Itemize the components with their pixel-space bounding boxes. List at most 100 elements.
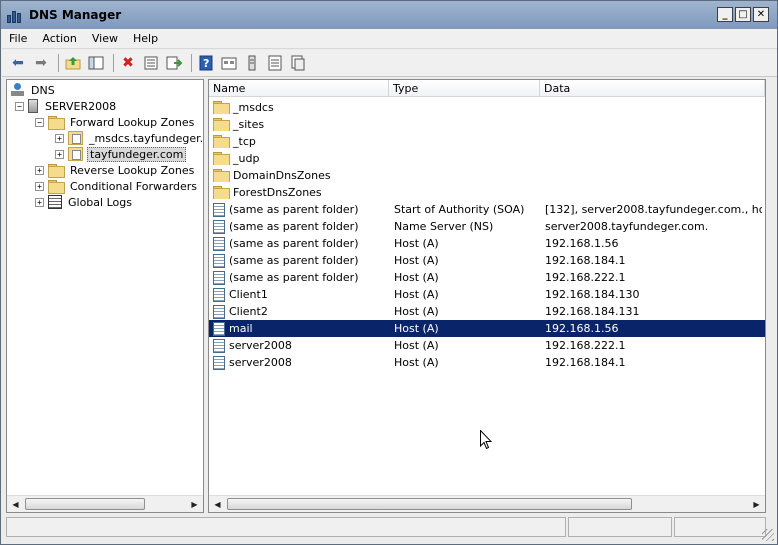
record-name-cell: (same as parent folder) xyxy=(209,202,389,217)
column-header-type[interactable]: Type xyxy=(389,80,540,97)
tree-node-msdcs-zone[interactable]: + _msdcs.tayfundeger.com xyxy=(55,130,203,146)
record-type: Host (A) xyxy=(394,288,439,301)
collapse-icon[interactable]: − xyxy=(15,101,24,111)
table-row[interactable]: server2008 Host (A) 192.168.222.1 xyxy=(209,337,765,354)
dns-manager-window: DNS Manager _ □ ✕ File Action View Help … xyxy=(0,0,778,545)
expand-icon[interactable]: + xyxy=(35,181,44,191)
scroll-thumb[interactable] xyxy=(227,498,632,510)
help-icon[interactable]: ? xyxy=(196,53,216,73)
zone-icon xyxy=(68,147,83,161)
record-data: 192.168.184.131 xyxy=(545,305,640,318)
table-row[interactable]: Client2 Host (A) 192.168.184.131 xyxy=(209,303,765,320)
delete-icon[interactable]: ✖ xyxy=(118,53,138,73)
menu-help[interactable]: Help xyxy=(133,32,158,45)
close-button[interactable]: ✕ xyxy=(753,7,769,22)
tree-node-selected-zone[interactable]: + tayfundeger.com xyxy=(55,146,187,162)
table-row[interactable]: (same as parent folder) Host (A) 192.168.1… xyxy=(209,235,765,252)
zone-icon xyxy=(68,131,83,145)
tree-label: Forward Lookup Zones xyxy=(70,115,195,129)
log-icon xyxy=(48,195,62,209)
console-tree-pane[interactable]: DNS − SERVER2008 − Forward Lookup Zones … xyxy=(6,79,204,513)
record-name-cell: mail xyxy=(209,321,389,336)
record-data: 192.168.1.56 xyxy=(545,322,619,335)
export-list-icon[interactable] xyxy=(164,53,184,73)
record-icon xyxy=(213,304,225,319)
tree-node-global-logs[interactable]: + Global Logs xyxy=(35,194,134,210)
properties-icon[interactable] xyxy=(141,53,161,73)
column-header-name[interactable]: Name xyxy=(209,80,389,97)
status-cell xyxy=(674,517,766,537)
menu-action[interactable]: Action xyxy=(42,32,76,45)
tree-node-server[interactable]: − SERVER2008 xyxy=(15,98,118,114)
list-item[interactable]: _tcp xyxy=(209,133,765,150)
list-item-name: ForestDnsZones xyxy=(209,186,389,199)
expand-icon[interactable]: + xyxy=(55,133,64,143)
table-row[interactable]: (same as parent folder) Host (A) 192.168.1… xyxy=(209,252,765,269)
menu-file[interactable]: File xyxy=(9,32,27,45)
table-row[interactable]: Client1 Host (A) 192.168.184.130 xyxy=(209,286,765,303)
tree-node-forward-lookup-zones[interactable]: − Forward Lookup Zones xyxy=(35,114,196,130)
list-item[interactable]: _msdcs xyxy=(209,99,765,116)
record-icon xyxy=(213,338,225,353)
server-icon xyxy=(28,99,38,113)
folder-label: _msdcs xyxy=(233,101,274,114)
scroll-right-icon[interactable]: ▶ xyxy=(186,496,203,513)
detail-view-icon[interactable] xyxy=(242,53,262,73)
folder-icon xyxy=(48,115,65,130)
table-row[interactable]: server2008 Host (A) 192.168.184.1 xyxy=(209,354,765,371)
scroll-thumb[interactable] xyxy=(25,498,145,510)
expand-icon[interactable]: + xyxy=(55,149,64,159)
list-item-selected[interactable]: mail Host (A) 192.168.1.56 xyxy=(209,320,765,337)
record-data: 192.168.184.130 xyxy=(545,288,640,301)
record-data: 192.168.184.1 xyxy=(545,254,626,267)
list-item-name: _msdcs xyxy=(209,101,389,114)
list-item[interactable]: DomainDnsZones xyxy=(209,167,765,184)
record-data: server2008.tayfundeger.com. xyxy=(545,220,709,233)
scroll-left-icon[interactable]: ◀ xyxy=(7,496,24,513)
expand-icon[interactable]: + xyxy=(35,197,44,207)
list-horizontal-scrollbar[interactable]: ◀ ▶ xyxy=(209,495,765,512)
record-name-cell: server2008 xyxy=(209,355,389,370)
status-cell xyxy=(6,517,566,537)
record-type: Start of Authority (SOA) xyxy=(394,203,525,216)
show-hide-tree-icon[interactable] xyxy=(86,53,106,73)
table-row[interactable]: (same as parent folder) Name Server (NS) s… xyxy=(209,218,765,235)
record-name-cell: (same as parent folder) xyxy=(209,236,389,251)
collapse-icon[interactable]: − xyxy=(35,117,44,127)
up-folder-icon[interactable] xyxy=(63,53,83,73)
record-name: (same as parent folder) xyxy=(229,271,359,284)
maximize-button[interactable]: □ xyxy=(735,7,751,22)
minimize-button[interactable]: _ xyxy=(717,7,733,22)
record-name: Client2 xyxy=(229,305,268,318)
list-item[interactable]: _udp xyxy=(209,150,765,167)
record-data: 192.168.222.1 xyxy=(545,271,626,284)
title-bar[interactable]: DNS Manager _ □ ✕ xyxy=(1,1,777,29)
folder-label: _sites xyxy=(233,118,265,131)
view-icon[interactable] xyxy=(219,53,239,73)
list-item[interactable]: ForestDnsZones xyxy=(209,184,765,201)
tree-label: SERVER2008 xyxy=(45,99,117,113)
tree-node-dns[interactable]: DNS xyxy=(11,82,57,98)
tree-horizontal-scrollbar[interactable]: ◀ ▶ xyxy=(7,495,203,512)
list-view-icon[interactable] xyxy=(265,53,285,73)
scroll-right-icon[interactable]: ▶ xyxy=(748,496,765,513)
record-name: (same as parent folder) xyxy=(229,203,359,216)
filter-icon[interactable] xyxy=(288,53,308,73)
scroll-left-icon[interactable]: ◀ xyxy=(209,496,226,513)
forward-arrow-icon[interactable]: ➡ xyxy=(31,53,51,73)
record-name-cell: server2008 xyxy=(209,338,389,353)
toolbar-separator xyxy=(58,54,59,72)
folder-icon xyxy=(213,135,230,148)
tree-node-reverse-lookup-zones[interactable]: + Reverse Lookup Zones xyxy=(35,162,196,178)
resize-grip[interactable] xyxy=(762,529,774,541)
back-arrow-icon[interactable]: ⬅ xyxy=(8,53,28,73)
tree-label: Reverse Lookup Zones xyxy=(70,163,195,177)
menu-view[interactable]: View xyxy=(92,32,118,45)
list-item[interactable]: _sites xyxy=(209,116,765,133)
tree-node-conditional-forwarders[interactable]: + Conditional Forwarders xyxy=(35,178,199,194)
table-row[interactable]: (same as parent folder) Start of Authorit… xyxy=(209,201,765,218)
table-row[interactable]: (same as parent folder) Host (A) 192.168.2… xyxy=(209,269,765,286)
column-header-data[interactable]: Data xyxy=(540,80,765,97)
record-data: [132], server2008.tayfundeger.com., host… xyxy=(545,203,762,216)
expand-icon[interactable]: + xyxy=(35,165,44,175)
